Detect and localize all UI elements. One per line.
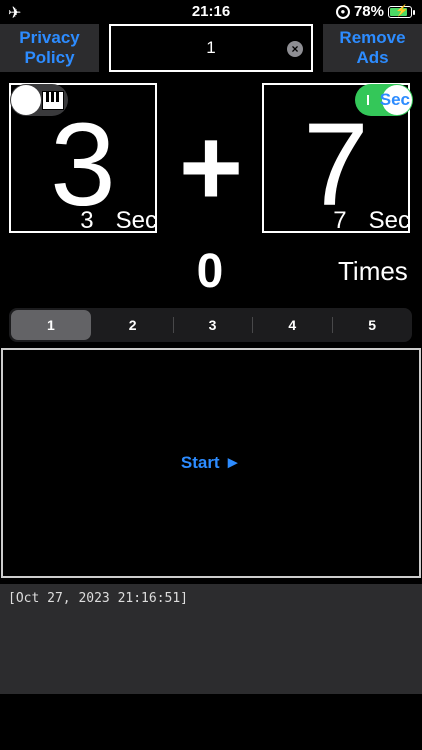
operator-sign: + (178, 106, 244, 229)
right-duration-value: 7 (333, 207, 347, 234)
times-count: 0 (196, 245, 224, 298)
start-panel[interactable]: Start ► (1, 348, 421, 578)
clear-icon[interactable]: × (287, 41, 303, 57)
seconds-toggle-label: Sec (379, 90, 410, 109)
left-duration-value: 3 (80, 207, 94, 234)
segmented-control: 1 2 3 4 5 (9, 308, 412, 342)
battery-icon: ⚡ (388, 5, 415, 18)
segment-5[interactable]: 5 (332, 308, 412, 342)
segment-1[interactable]: 1 (11, 310, 91, 340)
right-duration-unit: Sec (368, 207, 410, 234)
left-duration-unit: Sec (115, 207, 157, 234)
number-input-value: 1 (206, 38, 216, 57)
right-duration: 7 Sec (333, 207, 410, 235)
toggle-knob (11, 85, 41, 115)
segment-2[interactable]: 2 (93, 308, 173, 342)
status-bar: ✈ 21:16 ● 78% ⚡ (0, 0, 422, 24)
battery-percent: 78% (353, 3, 384, 20)
toggle-on-indicator (367, 95, 369, 105)
left-duration: 3 Sec (80, 207, 157, 235)
start-button[interactable]: Start ► (181, 453, 241, 473)
status-right: ● 78% ⚡ (335, 3, 415, 20)
log-area[interactable]: [Oct 27, 2023 21:16:51] (0, 584, 422, 694)
number-input[interactable]: 1 × (109, 24, 313, 72)
log-text: [Oct 27, 2023 21:16:51] (8, 591, 189, 606)
times-label: Times (338, 256, 408, 286)
remove-ads-button[interactable]: Remove Ads (323, 24, 422, 72)
privacy-policy-button[interactable]: Privacy Policy (0, 24, 99, 72)
segment-4[interactable]: 4 (252, 308, 332, 342)
piano-toggle[interactable] (10, 84, 68, 116)
piano-icon (42, 91, 64, 110)
seconds-toggle[interactable]: Sec (355, 84, 413, 116)
segment-3[interactable]: 3 (172, 308, 253, 342)
rotation-lock-icon: ● (335, 4, 350, 19)
